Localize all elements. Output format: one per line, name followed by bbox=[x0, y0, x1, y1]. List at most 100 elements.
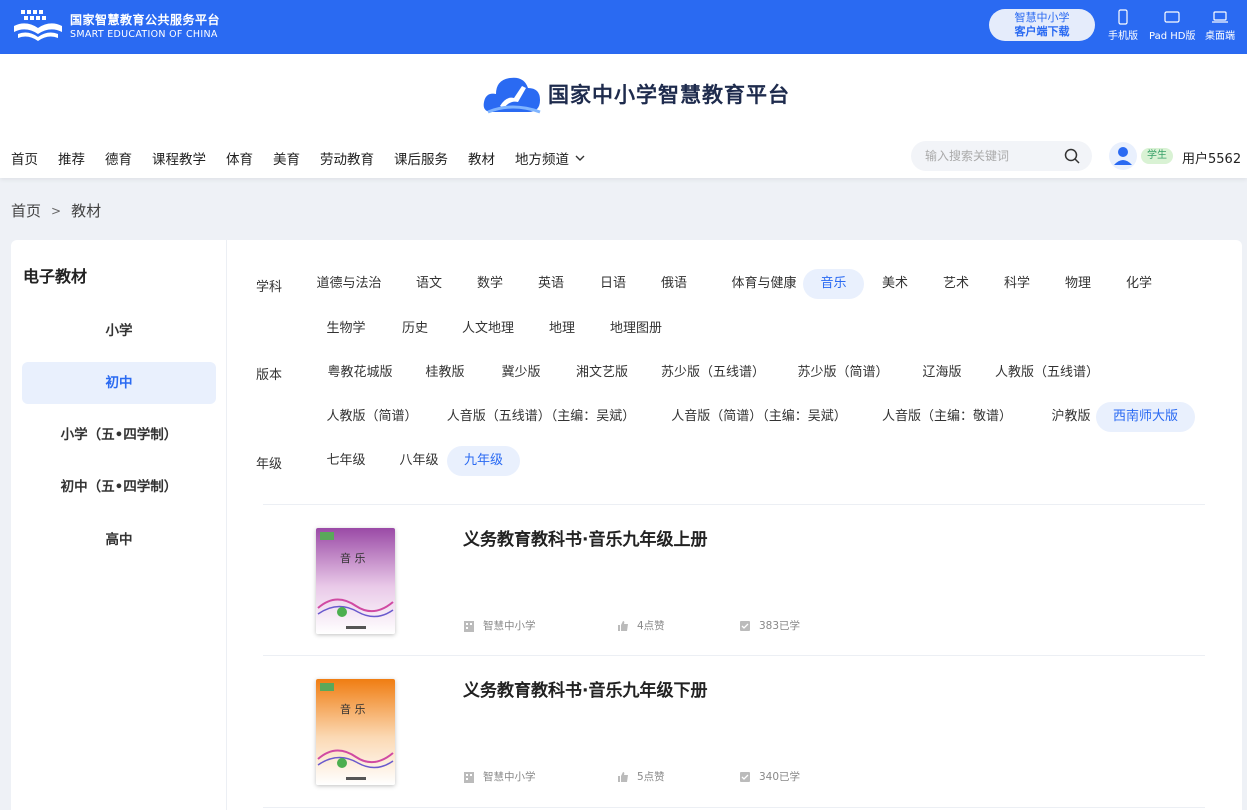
nav-textbooks[interactable]: 教材 bbox=[468, 148, 495, 168]
subject-chip[interactable]: 艺术 bbox=[934, 269, 978, 299]
subject-chip[interactable]: 道德与法治 bbox=[309, 269, 389, 299]
subject-chip[interactable]: 生物学 bbox=[314, 314, 378, 344]
download-line1: 智慧中小学 bbox=[1014, 11, 1070, 24]
edition-chip[interactable]: 冀少版 bbox=[489, 358, 553, 388]
list-divider bbox=[263, 807, 1205, 808]
mobile-version-link[interactable]: 手机版 bbox=[1108, 9, 1138, 42]
site-header: 国家中小学智慧教育平台 首页 推荐 德育 课程教学 体育 美育 劳动教育 课后服… bbox=[0, 54, 1247, 178]
edition-chip[interactable]: 人音版（简谱）（主编：吴斌） bbox=[663, 402, 855, 432]
grade-chip-active[interactable]: 九年级 bbox=[447, 446, 520, 476]
sidebar-title: 电子教材 bbox=[23, 267, 88, 286]
site-title: 国家中小学智慧教育平台 bbox=[548, 82, 790, 107]
thumbs-up-icon bbox=[618, 771, 628, 782]
list-item[interactable]: 音 乐 义务教育教科书·音乐九年级上册 智慧中小学 4点赞 383已学 bbox=[263, 505, 1205, 655]
phone-icon bbox=[1118, 9, 1128, 25]
edition-chip[interactable]: 辽海版 bbox=[910, 358, 974, 388]
edition-chip[interactable]: 沪教版 bbox=[1039, 402, 1103, 432]
mobile-version-label: 手机版 bbox=[1108, 31, 1138, 42]
subject-chip[interactable]: 美术 bbox=[873, 269, 917, 299]
subject-chip[interactable]: 体育与健康 bbox=[718, 269, 810, 299]
subject-chip[interactable]: 科学 bbox=[995, 269, 1039, 299]
nav-local-label: 地方频道 bbox=[515, 152, 569, 168]
main-logo[interactable]: 国家中小学智慧教育平台 bbox=[482, 72, 790, 116]
subject-chip[interactable]: 语文 bbox=[407, 269, 451, 299]
subject-chip[interactable]: 俄语 bbox=[652, 269, 696, 299]
sidebar-item-primary-54[interactable]: 小学（五•四学制） bbox=[22, 414, 216, 456]
search-icon[interactable] bbox=[1064, 148, 1080, 164]
sidebar-item-junior[interactable]: 初中 bbox=[22, 362, 216, 404]
edition-chip[interactable]: 粤教花城版 bbox=[314, 358, 406, 388]
username[interactable]: 用户5562 bbox=[1182, 148, 1241, 167]
desktop-version-link[interactable]: 桌面端 bbox=[1205, 9, 1235, 42]
edition-chip[interactable]: 人音版（主编：敬谱） bbox=[874, 402, 1020, 432]
nav-local[interactable]: 地方频道 bbox=[515, 148, 585, 168]
nav-moral[interactable]: 德育 bbox=[105, 148, 132, 168]
book-cover[interactable]: 音 乐 bbox=[316, 679, 395, 785]
edition-chip[interactable]: 苏少版（五线谱） bbox=[648, 358, 778, 388]
subject-chip[interactable]: 地理图册 bbox=[596, 314, 676, 344]
sidebar-item-senior[interactable]: 高中 bbox=[22, 519, 216, 561]
download-line2: 客户端下载 bbox=[1014, 25, 1070, 38]
breadcrumb-home[interactable]: 首页 bbox=[11, 200, 41, 221]
subject-label: 学科 bbox=[256, 280, 283, 295]
edition-label: 版本 bbox=[256, 368, 283, 383]
edition-chip[interactable]: 湘文艺版 bbox=[562, 358, 642, 388]
subject-chip[interactable]: 英语 bbox=[529, 269, 573, 299]
subject-chip[interactable]: 物理 bbox=[1056, 269, 1100, 299]
subject-chip[interactable]: 地理 bbox=[540, 314, 584, 344]
client-download-button[interactable]: 智慧中小学 客户端下载 bbox=[989, 9, 1095, 41]
subject-chip[interactable]: 数学 bbox=[468, 269, 512, 299]
nav-sports[interactable]: 体育 bbox=[226, 148, 253, 168]
subject-chip[interactable]: 人文地理 bbox=[450, 314, 526, 344]
learned-icon bbox=[740, 771, 750, 782]
publisher-text: 智慧中小学 bbox=[483, 771, 536, 783]
learned-icon bbox=[740, 620, 750, 631]
building-icon bbox=[464, 620, 474, 632]
brand-subtitle: SMART EDUCATION OF CHINA bbox=[70, 28, 218, 40]
platform-logo-icon bbox=[14, 10, 62, 41]
book-title[interactable]: 义务教育教科书·音乐九年级上册 bbox=[463, 525, 707, 550]
edition-chip[interactable]: 桂教版 bbox=[413, 358, 477, 388]
list-item[interactable]: 音 乐 义务教育教科书·音乐九年级下册 智慧中小学 5点赞 340已学 bbox=[263, 656, 1205, 806]
book-learned: 383已学 bbox=[739, 618, 800, 633]
learned-text: 340已学 bbox=[759, 771, 801, 783]
edition-chip[interactable]: 人教版（五线谱） bbox=[983, 358, 1111, 388]
nav-after-school[interactable]: 课后服务 bbox=[394, 148, 448, 168]
edition-chip[interactable]: 人音版（五线谱）（主编：吴斌） bbox=[439, 402, 643, 432]
nav-courses[interactable]: 课程教学 bbox=[152, 148, 206, 168]
grade-chip[interactable]: 七年级 bbox=[314, 446, 378, 476]
nav-home[interactable]: 首页 bbox=[11, 148, 38, 168]
subject-chip-active[interactable]: 音乐 bbox=[803, 269, 864, 299]
nav-recommend[interactable]: 推荐 bbox=[58, 148, 85, 168]
sidebar-item-junior-54[interactable]: 初中（五•四学制） bbox=[22, 466, 216, 508]
breadcrumb-current: 教材 bbox=[71, 202, 102, 220]
search-input[interactable] bbox=[925, 147, 1055, 165]
chevron-down-icon bbox=[575, 155, 585, 161]
sidebar-item-primary[interactable]: 小学 bbox=[22, 310, 216, 352]
edition-chip-active[interactable]: 西南师大版 bbox=[1096, 402, 1195, 432]
book-cover[interactable]: 音 乐 bbox=[316, 528, 395, 634]
subject-chip[interactable]: 日语 bbox=[591, 269, 635, 299]
top-bar: 国家智慧教育公共服务平台 SMART EDUCATION OF CHINA 智慧… bbox=[0, 0, 1247, 54]
grade-label: 年级 bbox=[256, 457, 283, 472]
nav-arts[interactable]: 美育 bbox=[273, 148, 300, 168]
cover-title: 音 乐 bbox=[340, 551, 366, 565]
avatar[interactable] bbox=[1109, 142, 1137, 170]
building-icon bbox=[464, 771, 474, 783]
nav-labor[interactable]: 劳动教育 bbox=[320, 148, 374, 168]
edition-chip[interactable]: 人教版（简谱） bbox=[314, 402, 430, 432]
grade-chip[interactable]: 八年级 bbox=[387, 446, 451, 476]
edition-chip[interactable]: 苏少版（简谱） bbox=[785, 358, 901, 388]
likes-text: 5点赞 bbox=[637, 771, 665, 783]
book-title[interactable]: 义务教育教科书·音乐九年级下册 bbox=[463, 676, 707, 701]
cloud-book-logo-icon bbox=[483, 77, 541, 114]
likes-text: 4点赞 bbox=[637, 620, 665, 632]
breadcrumb-separator: > bbox=[51, 203, 62, 218]
subject-chip[interactable]: 历史 bbox=[393, 314, 437, 344]
subject-chip[interactable]: 化学 bbox=[1117, 269, 1161, 299]
book-publisher: 智慧中小学 bbox=[463, 618, 536, 633]
brand[interactable]: 国家智慧教育公共服务平台 SMART EDUCATION OF CHINA bbox=[12, 8, 220, 44]
pad-version-link[interactable]: Pad HD版 bbox=[1149, 9, 1195, 42]
search-box bbox=[911, 141, 1092, 171]
book-cover-image: 音 乐 bbox=[316, 528, 395, 634]
